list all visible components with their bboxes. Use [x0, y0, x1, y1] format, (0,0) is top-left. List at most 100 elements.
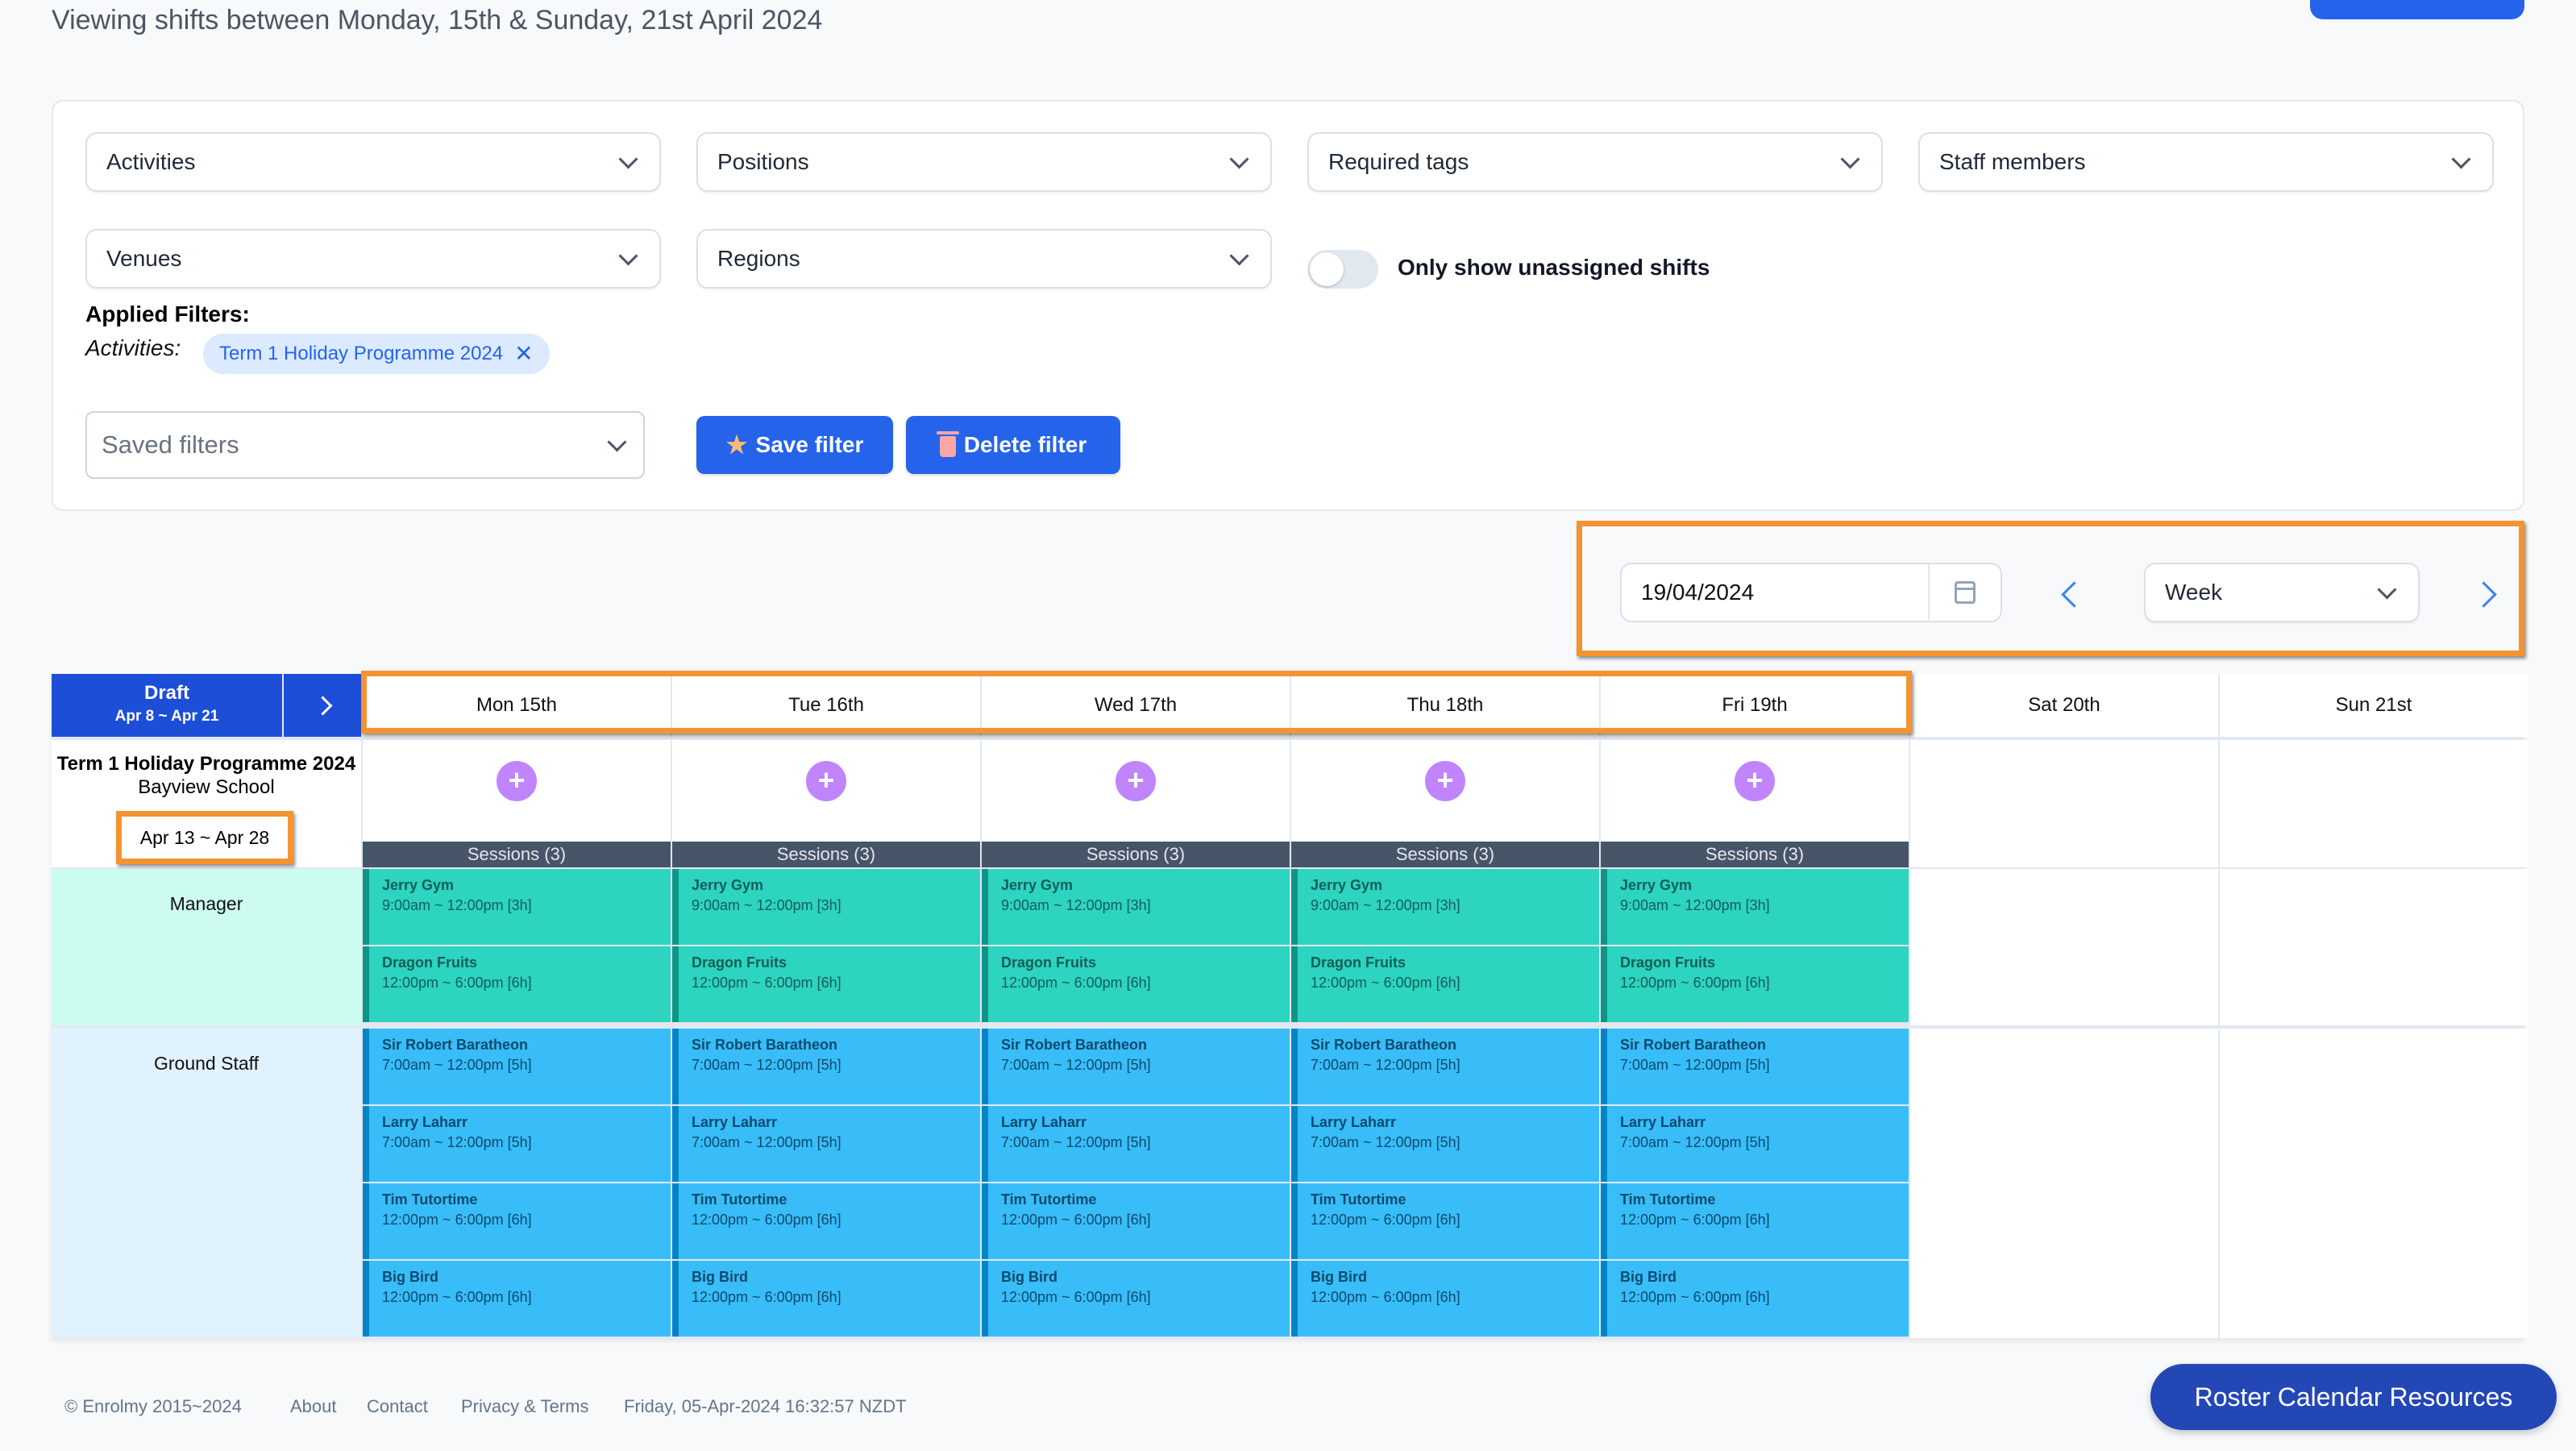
add-shift-icon[interactable]: + [1425, 761, 1465, 801]
shift-block[interactable]: Larry Laharr 7:00am ~ 12:00pm [5h] [363, 1106, 671, 1182]
add-shift-icon[interactable]: + [1116, 761, 1156, 801]
sessions-bar[interactable]: Sessions (3) [1291, 842, 1599, 867]
shift-block[interactable]: Dragon Fruits 12:00pm ~ 6:00pm [6h] [672, 946, 980, 1022]
chevron-down-icon [1229, 245, 1249, 266]
day-activity-cell [1910, 740, 2218, 867]
sessions-bar[interactable]: Sessions (3) [1601, 842, 1909, 867]
shift-time: 12:00pm ~ 6:00pm [6h] [382, 1289, 532, 1305]
staff-members-select[interactable]: Staff members [1918, 132, 2494, 192]
delete-filter-button[interactable]: Delete filter [906, 416, 1120, 474]
shift-block[interactable]: Jerry Gym 9:00am ~ 12:00pm [3h] [1291, 869, 1599, 945]
footer-timestamp: Friday, 05-Apr-2024 16:32:57 NZDT [624, 1396, 907, 1416]
saved-filters-placeholder: Saved filters [102, 430, 239, 459]
shift-time: 12:00pm ~ 6:00pm [6h] [382, 975, 532, 991]
sessions-bar[interactable]: Sessions (3) [982, 842, 1290, 867]
shift-staff-name: Jerry Gym [382, 877, 455, 893]
shift-block[interactable]: Jerry Gym 9:00am ~ 12:00pm [3h] [672, 869, 980, 945]
unassigned-toggle[interactable] [1307, 250, 1378, 289]
footer-link-about[interactable]: About [290, 1396, 337, 1417]
empty-day-cell[interactable] [1910, 869, 2218, 1025]
delete-filter-label: Delete filter [963, 432, 1087, 457]
shift-block[interactable]: Larry Laharr 7:00am ~ 12:00pm [5h] [1291, 1106, 1599, 1182]
shift-time: 12:00pm ~ 6:00pm [6h] [692, 1212, 841, 1228]
date-input[interactable]: 19/04/2024 [1620, 563, 2002, 622]
shift-staff-name: Larry Laharr [1311, 1114, 1397, 1130]
shift-staff-name: Sir Robert Baratheon [1620, 1037, 1767, 1053]
copyright: © Enrolmy 2015~2024 [64, 1396, 242, 1416]
shift-staff-name: Larry Laharr [692, 1114, 778, 1130]
chip-label: Term 1 Holiday Programme 2024 [219, 343, 504, 364]
shift-block[interactable]: Jerry Gym 9:00am ~ 12:00pm [3h] [982, 869, 1290, 945]
empty-day-cell[interactable] [1910, 1029, 2218, 1338]
applied-filters-title: Applied Filters: [85, 301, 250, 326]
shift-block[interactable]: Dragon Fruits 12:00pm ~ 6:00pm [6h] [1601, 946, 1909, 1022]
roster-calendar-resources-button[interactable]: Roster Calendar Resources [2150, 1364, 2557, 1430]
shift-block[interactable]: Dragon Fruits 12:00pm ~ 6:00pm [6h] [363, 946, 671, 1022]
shift-block[interactable]: Tim Tutortime 12:00pm ~ 6:00pm [6h] [1291, 1183, 1599, 1259]
add-shift-icon[interactable]: + [1735, 761, 1775, 801]
shift-block[interactable]: Larry Laharr 7:00am ~ 12:00pm [5h] [1601, 1106, 1909, 1182]
shift-block[interactable]: Big Bird 12:00pm ~ 6:00pm [6h] [363, 1261, 671, 1337]
shift-block[interactable]: Dragon Fruits 12:00pm ~ 6:00pm [6h] [1291, 946, 1599, 1022]
shift-block[interactable]: Larry Laharr 7:00am ~ 12:00pm [5h] [982, 1106, 1290, 1182]
sessions-bar[interactable]: Sessions (3) [672, 842, 980, 867]
venues-select[interactable]: Venues [85, 229, 661, 289]
shift-block[interactable]: Sir Robert Baratheon 7:00am ~ 12:00pm [5h… [982, 1029, 1290, 1104]
role-ground-staff: Ground Staff [52, 1029, 361, 1338]
shift-staff-name: Larry Laharr [382, 1114, 468, 1130]
shift-block[interactable]: Tim Tutortime 12:00pm ~ 6:00pm [6h] [982, 1183, 1290, 1259]
shift-time: 7:00am ~ 12:00pm [5h] [692, 1134, 841, 1150]
add-shift-icon[interactable]: + [806, 761, 846, 801]
shift-block[interactable]: Big Bird 12:00pm ~ 6:00pm [6h] [982, 1261, 1290, 1337]
shift-block[interactable]: Big Bird 12:00pm ~ 6:00pm [6h] [1601, 1261, 1909, 1337]
shift-block[interactable]: Jerry Gym 9:00am ~ 12:00pm [3h] [1601, 869, 1909, 945]
shift-staff-name: Dragon Fruits [1620, 954, 1716, 971]
draft-next-button[interactable] [284, 674, 361, 737]
chevron-down-icon [2451, 148, 2471, 169]
shift-block[interactable]: Sir Robert Baratheon 7:00am ~ 12:00pm [5h… [672, 1029, 980, 1104]
required-tags-select[interactable]: Required tags [1307, 132, 1883, 192]
day-activity-cell: + Sessions (3) [1291, 740, 1599, 867]
chevron-down-icon [607, 431, 627, 452]
close-icon[interactable]: ✕ [514, 343, 533, 365]
sessions-bar[interactable]: Sessions (3) [363, 842, 671, 867]
footer-link-contact[interactable]: Contact [367, 1396, 428, 1417]
shift-time: 7:00am ~ 12:00pm [5h] [1620, 1057, 1770, 1073]
shift-block[interactable]: Larry Laharr 7:00am ~ 12:00pm [5h] [672, 1106, 980, 1182]
shift-block[interactable]: Big Bird 12:00pm ~ 6:00pm [6h] [672, 1261, 980, 1337]
shift-block[interactable]: Tim Tutortime 12:00pm ~ 6:00pm [6h] [363, 1183, 671, 1259]
shift-time: 7:00am ~ 12:00pm [5h] [382, 1134, 532, 1150]
shift-block[interactable]: Dragon Fruits 12:00pm ~ 6:00pm [6h] [982, 946, 1290, 1022]
shift-staff-name: Big Bird [1311, 1269, 1367, 1285]
save-filter-button[interactable]: ★ Save filter [696, 416, 893, 474]
shift-block[interactable]: Sir Robert Baratheon 7:00am ~ 12:00pm [5h… [1291, 1029, 1599, 1104]
shift-time: 9:00am ~ 12:00pm [3h] [1620, 897, 1770, 913]
shift-time: 12:00pm ~ 6:00pm [6h] [1311, 975, 1460, 991]
activities-select[interactable]: Activities [85, 132, 661, 192]
top-action-button[interactable] [2310, 0, 2524, 19]
saved-filters-select[interactable]: Saved filters [85, 411, 645, 479]
calendar-button[interactable] [1928, 564, 2001, 621]
draft-header[interactable]: Draft Apr 8 ~ Apr 21 [52, 674, 282, 737]
footer-link-privacy[interactable]: Privacy & Terms [461, 1396, 589, 1417]
shift-block[interactable]: Tim Tutortime 12:00pm ~ 6:00pm [6h] [1601, 1183, 1909, 1259]
shift-block[interactable]: Jerry Gym 9:00am ~ 12:00pm [3h] [363, 869, 671, 945]
empty-day-cell[interactable] [2220, 1029, 2528, 1338]
shift-staff-name: Dragon Fruits [382, 954, 478, 971]
role-label: Manager [169, 893, 243, 914]
view-select[interactable]: Week [2144, 563, 2420, 622]
positions-select-label: Positions [717, 149, 809, 174]
shift-block[interactable]: Big Bird 12:00pm ~ 6:00pm [6h] [1291, 1261, 1599, 1337]
page-title: Viewing shifts between Monday, 15th & Su… [52, 5, 823, 35]
shift-staff-name: Big Bird [382, 1269, 438, 1285]
positions-select[interactable]: Positions [696, 132, 1272, 192]
shift-time: 12:00pm ~ 6:00pm [6h] [1620, 1212, 1770, 1228]
shift-block[interactable]: Tim Tutortime 12:00pm ~ 6:00pm [6h] [672, 1183, 980, 1259]
empty-day-cell[interactable] [2220, 869, 2528, 1025]
add-shift-icon[interactable]: + [497, 761, 537, 801]
shift-block[interactable]: Sir Robert Baratheon 7:00am ~ 12:00pm [5h… [1601, 1029, 1909, 1104]
day-activity-cell: + Sessions (3) [982, 740, 1290, 867]
regions-select[interactable]: Regions [696, 229, 1272, 289]
shift-block[interactable]: Sir Robert Baratheon 7:00am ~ 12:00pm [5h… [363, 1029, 671, 1104]
chevron-right-icon [312, 695, 333, 716]
